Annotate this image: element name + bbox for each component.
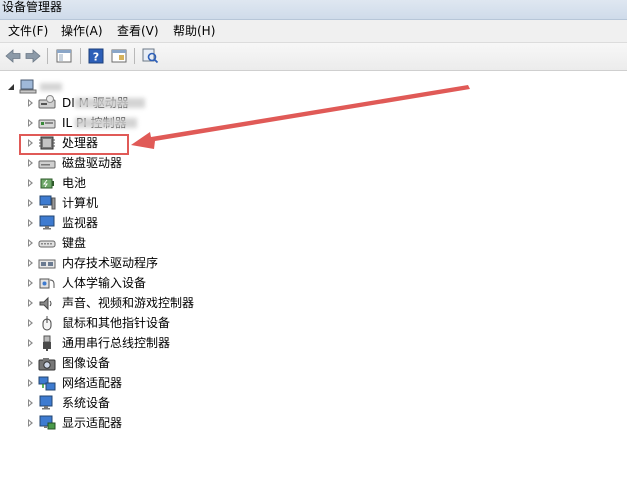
annotation-arrow-shape — [131, 85, 470, 149]
annotation-arrow — [131, 85, 470, 149]
